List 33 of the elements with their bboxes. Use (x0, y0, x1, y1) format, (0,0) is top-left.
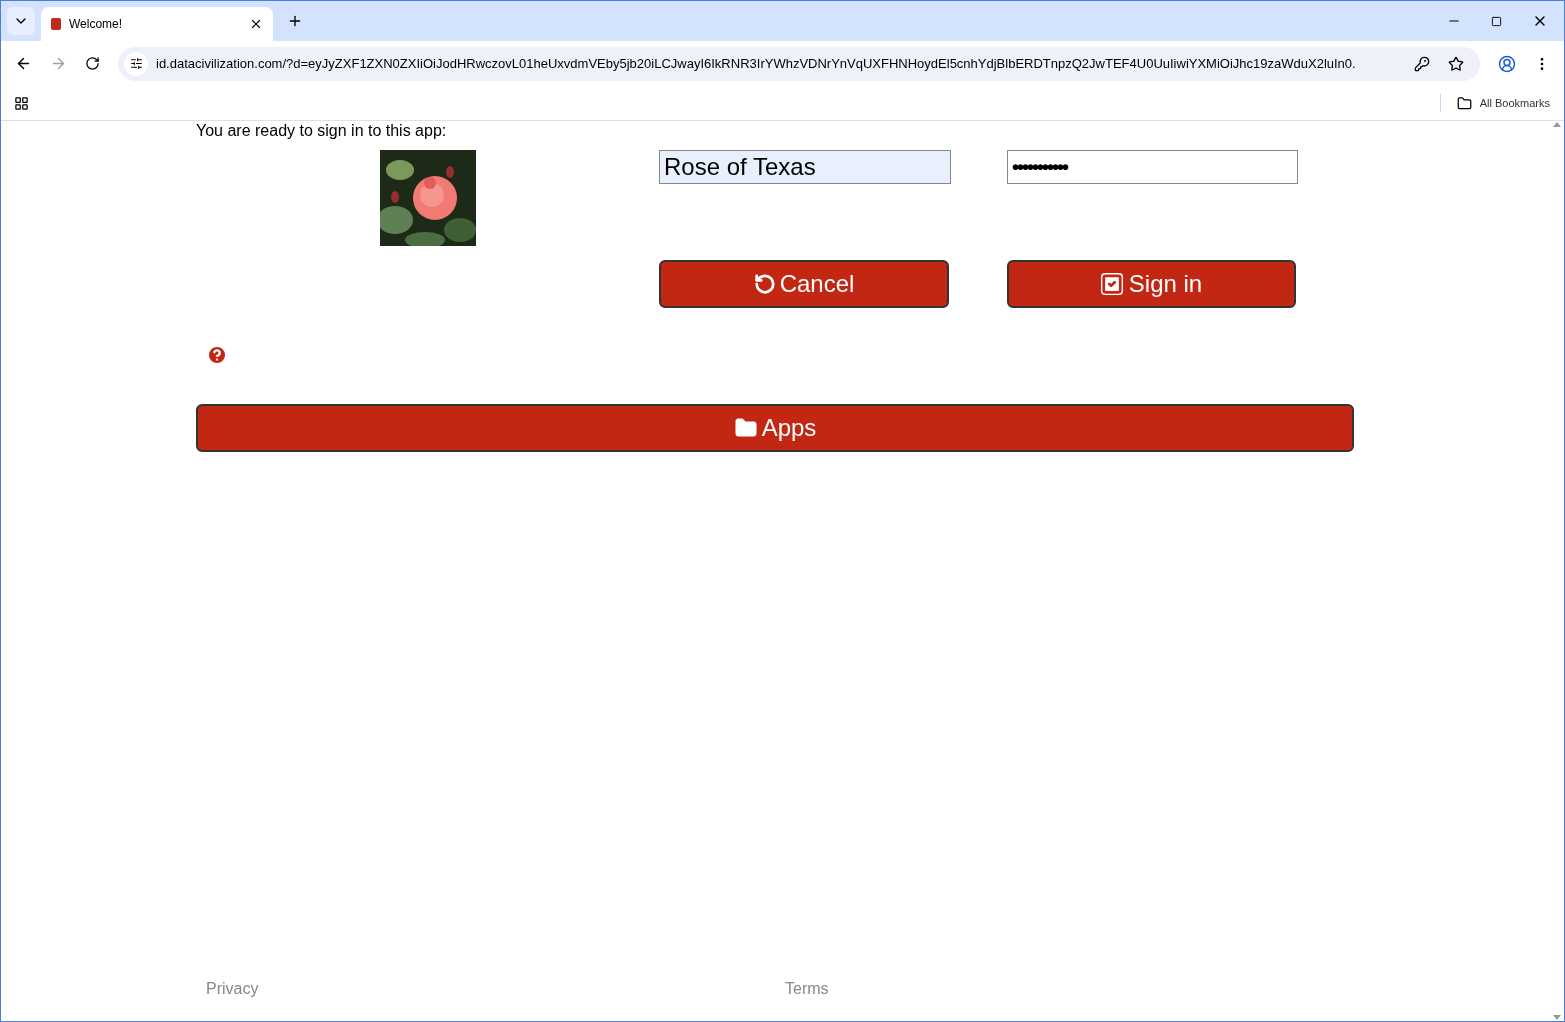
sign-in-button[interactable]: Sign in (1007, 260, 1296, 308)
close-icon[interactable] (249, 17, 263, 31)
url-text: id.datacivilization.com/?d=eyJyZXF1ZXN0ZXIiOiJodHRwczovL01heUxvdmVEby5jb20iLCJwayI6IkRNR3IrYWhzVDNrYnVqUXFHNHoydEl5cnhYdjBlbERDTnpzQ2JwTEF4U0UuIiwiYXMiOiJhc19zaWduX2luIn0. (156, 54, 1357, 73)
terms-link[interactable]: Terms (785, 977, 829, 1001)
folder-icon (733, 416, 758, 440)
forward-icon[interactable] (50, 55, 67, 72)
key-icon[interactable] (1414, 55, 1430, 72)
reload-icon[interactable] (85, 56, 100, 71)
undo-icon (753, 273, 776, 295)
new-tab-icon[interactable] (287, 13, 303, 29)
scroll-down-icon[interactable] (1552, 1015, 1561, 1021)
checkbox-icon (1100, 273, 1123, 295)
site-info-icon[interactable] (124, 51, 148, 76)
tab-title: Welcome! (69, 16, 124, 33)
favicon-icon (51, 18, 61, 30)
cancel-button[interactable]: Cancel (659, 260, 949, 308)
bookmarks-label[interactable]: All Bookmarks (1479, 94, 1550, 112)
username-field[interactable]: Rose of Texas (659, 150, 951, 184)
back-icon[interactable] (15, 55, 32, 72)
folder-icon[interactable] (1456, 95, 1472, 111)
tab-list-button[interactable] (7, 6, 35, 35)
password-field[interactable]: ••••••••••• (1007, 150, 1298, 184)
maximize-icon[interactable] (1491, 15, 1502, 27)
bookmark-star-icon[interactable] (1448, 55, 1464, 72)
browser-tab[interactable]: Welcome! (41, 7, 273, 41)
scroll-up-icon[interactable] (1552, 121, 1561, 127)
privacy-link[interactable]: Privacy (196, 977, 785, 1001)
intro-text: You are ready to sign in to this app: (196, 122, 448, 140)
profile-icon[interactable] (1498, 54, 1516, 73)
address-bar[interactable]: id.datacivilization.com/?d=eyJyZXF1ZXN0ZXIiOiJodHRwczovL01heUxvdmVEby5jb20iLCJwayI6IkRNR3IrYWhzVDNrYnVqUXFHNHoydEl5cnhYdjBlbERDTnpzQ2JwTEF4U0UuIiwiYXMiOiJhc19zaWduX2luIn0. (118, 46, 1480, 81)
help-icon[interactable] (206, 344, 228, 366)
apps-grid-icon[interactable] (14, 95, 29, 111)
apps-button[interactable]: Apps (196, 404, 1354, 452)
